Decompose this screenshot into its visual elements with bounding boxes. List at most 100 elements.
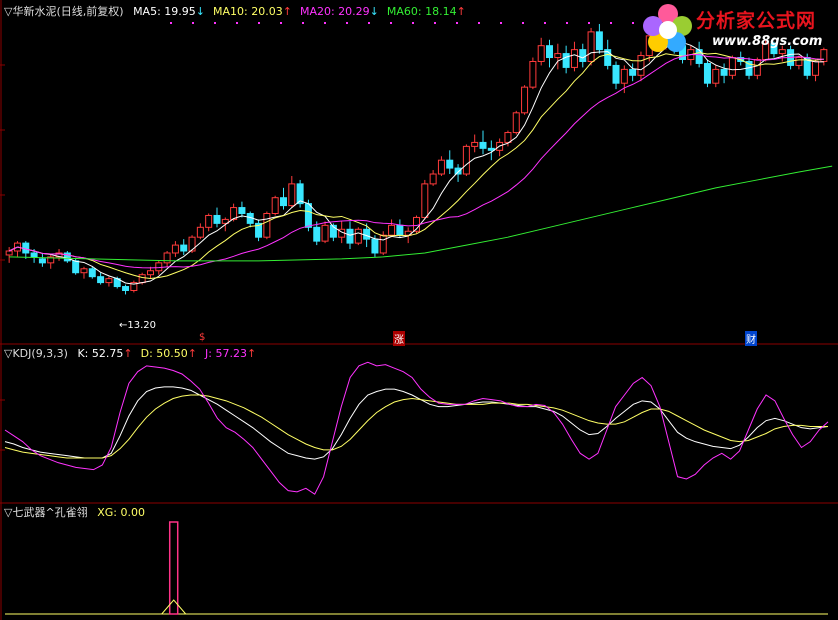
event-marker-zhang[interactable]: 涨 [393, 331, 405, 346]
candle-up [196, 226, 204, 238]
watermark-logo: 分析家公式网 www.88gs.com [640, 0, 838, 60]
kdj-label: D: [140, 347, 153, 360]
candle-up [263, 212, 271, 238]
ref-dot [434, 22, 436, 24]
candle-down [446, 159, 454, 169]
ref-dot [368, 22, 370, 24]
ref-dot [214, 22, 216, 24]
candle-up [163, 252, 171, 264]
ref-dot [170, 22, 172, 24]
ma20-line [8, 53, 824, 269]
event-marker-dollar[interactable]: $ [199, 332, 205, 343]
ma-legend: MA5: 19.95↓ MA10: 20.03↑ MA20: 20.29↓ MA60:… [133, 5, 474, 18]
candle-down [38, 258, 46, 264]
candle-down [180, 244, 188, 252]
logo-text: 分析家公式网 [696, 10, 817, 32]
arrow-down-icon: ↓ [369, 5, 379, 18]
kdj-panel-title[interactable]: ▽KDJ(9,3,3) [4, 347, 68, 360]
kdj-value: 57.23 [211, 347, 247, 360]
ma-label: MA60: [386, 5, 422, 18]
ma-value: 20.29 [334, 5, 370, 18]
stock-chart-canvas [0, 0, 838, 620]
ref-dot [324, 22, 326, 24]
ma-label: MA10: [213, 5, 248, 18]
logo-url[interactable]: www.88gs.com [712, 34, 822, 49]
candle-up [620, 68, 628, 84]
candle-up [321, 224, 329, 242]
low-price-label: ←13.20 [119, 320, 157, 331]
ref-dot [390, 22, 392, 24]
ref-dot [302, 22, 304, 24]
candle-down [304, 203, 312, 228]
arrow-up-icon: ↑ [246, 347, 257, 360]
candle-down [97, 276, 105, 284]
candle-up [587, 31, 595, 62]
ma-value: 19.95 [160, 5, 196, 18]
candle-up [753, 59, 761, 76]
ma-value: 20.03 [247, 5, 283, 18]
kdj-legend: K: 52.75↑ D: 50.50↑ J: 57.23↑ [77, 347, 264, 360]
candle-down [612, 64, 620, 84]
candle-up [205, 214, 213, 228]
kdj-value: 52.75 [88, 347, 124, 360]
ref-dot [588, 22, 590, 24]
candle-up [388, 224, 396, 236]
candle-up [5, 250, 13, 256]
candle-up [354, 228, 362, 244]
ref-dot [566, 22, 568, 24]
candle-up [812, 60, 820, 76]
candle-up [728, 57, 736, 76]
kdj-label: J: [205, 347, 212, 360]
ref-dot [280, 22, 282, 24]
candle-down [629, 68, 637, 76]
candle-up [429, 173, 437, 185]
xg-signal-peak [161, 599, 187, 615]
candle-down [454, 167, 462, 175]
candle-down [213, 214, 221, 224]
ma-label: MA20: [299, 5, 335, 18]
xg-value-label: XG: [97, 506, 117, 519]
price-panel-header: ▽华新水泥(日线,前复权) MA5: 19.95↓ MA10: 20.03↑ MA2… [4, 5, 480, 18]
candle-down [487, 147, 495, 151]
ref-dot [346, 22, 348, 24]
kdj-j-line [4, 361, 829, 495]
ref-dot [456, 22, 458, 24]
flower-logo-icon [643, 4, 692, 52]
candle-down [313, 226, 321, 242]
xg-panel-title[interactable]: ▽七武器^孔雀翎 [4, 506, 88, 519]
candle-down [30, 252, 38, 258]
arrow-up-icon: ↑ [282, 5, 292, 18]
candle-down [703, 62, 711, 84]
ref-dot [192, 22, 194, 24]
candle-down [595, 31, 603, 51]
candle-down [238, 207, 246, 214]
candle-up [471, 141, 479, 147]
candle-down [579, 49, 587, 62]
ref-dot [236, 22, 238, 24]
ref-dot [522, 22, 524, 24]
candle-down [122, 286, 130, 291]
ref-dot [632, 22, 634, 24]
kdj-value: 50.50 [152, 347, 188, 360]
arrow-down-icon: ↓ [195, 5, 206, 18]
arrow-up-icon: ↑ [187, 347, 198, 360]
candle-up [105, 278, 113, 284]
ma10-line [8, 52, 824, 279]
ref-dot [258, 22, 260, 24]
arrow-up-icon: ↑ [123, 347, 133, 360]
candle-up [554, 53, 562, 59]
candle-up [512, 112, 520, 134]
ref-dot [412, 22, 414, 24]
event-marker-cai[interactable]: 财 [745, 331, 757, 346]
candle-up [437, 159, 445, 175]
candle-down [562, 53, 570, 68]
candle-down [396, 224, 404, 236]
candle-up [521, 86, 529, 114]
arrow-up-icon: ↑ [456, 5, 466, 18]
candle-up [138, 274, 146, 284]
ref-dot [544, 22, 546, 24]
price-panel-title[interactable]: ▽华新水泥(日线,前复权) [4, 5, 124, 18]
candle-down [363, 228, 371, 240]
candle-down [546, 45, 554, 59]
candle-up [570, 49, 578, 68]
